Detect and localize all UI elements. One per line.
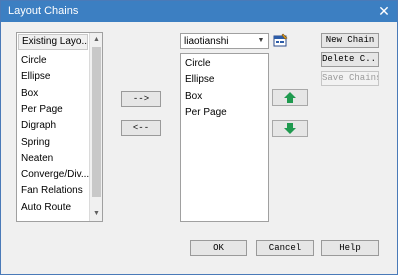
list-item[interactable]: Box xyxy=(185,91,202,106)
list-item[interactable]: Spring xyxy=(21,137,50,152)
left-list-scrollbar[interactable]: ▲ ▼ xyxy=(89,33,102,221)
ok-button[interactable]: OK xyxy=(190,240,247,256)
list-item[interactable]: Ellipse xyxy=(185,74,214,89)
list-item[interactable]: Fan Relations xyxy=(21,185,83,200)
scroll-up-icon[interactable]: ▲ xyxy=(90,34,102,46)
chain-select[interactable]: liaotianshi ▼ xyxy=(180,33,269,49)
list-item[interactable]: Converge/Div... xyxy=(21,169,89,184)
chevron-down-icon[interactable]: ▼ xyxy=(254,34,268,48)
cancel-button[interactable]: Cancel xyxy=(256,240,314,256)
new-chain-button[interactable]: New Chain xyxy=(321,33,379,48)
existing-layouts-header[interactable]: Existing Layo... xyxy=(18,34,88,50)
title-bar: Layout Chains ✕ xyxy=(1,1,397,22)
list-item[interactable]: Digraph xyxy=(21,120,56,135)
chain-layouts-list[interactable]: Circle Ellipse Box Per Page xyxy=(180,53,269,222)
list-item[interactable]: Auto Route xyxy=(21,202,71,217)
list-item[interactable]: Circle xyxy=(185,58,211,73)
scroll-down-icon[interactable]: ▼ xyxy=(90,208,102,220)
arrow-down-icon xyxy=(284,123,296,134)
chain-select-value: liaotianshi xyxy=(184,36,229,47)
window-title: Layout Chains xyxy=(8,5,79,17)
move-up-button[interactable] xyxy=(272,89,308,106)
remove-from-chain-button[interactable]: <-- xyxy=(121,120,161,136)
existing-layouts-list[interactable]: Existing Layo... Circle Ellipse Box Per Pag… xyxy=(16,32,103,222)
delete-chain-button[interactable]: Delete C... xyxy=(321,52,379,67)
help-button[interactable]: Help xyxy=(321,240,379,256)
list-item[interactable]: Per Page xyxy=(185,107,227,122)
add-to-chain-button[interactable]: --> xyxy=(121,91,161,107)
list-item[interactable]: Ellipse xyxy=(21,71,50,86)
list-item[interactable]: Circle xyxy=(21,55,47,70)
move-down-button[interactable] xyxy=(272,120,308,137)
arrow-up-icon xyxy=(284,92,296,103)
save-chains-button[interactable]: Save Chains xyxy=(321,71,379,86)
layout-chains-dialog: Layout Chains ✕ Existing Layo... Circle E… xyxy=(0,0,398,275)
edit-chain-icon[interactable] xyxy=(273,32,289,48)
close-icon[interactable]: ✕ xyxy=(371,1,397,22)
list-item[interactable]: Box xyxy=(21,88,38,103)
list-item[interactable]: Per Page xyxy=(21,104,63,119)
list-item[interactable]: Neaten xyxy=(21,153,53,168)
scroll-thumb[interactable] xyxy=(92,47,101,197)
